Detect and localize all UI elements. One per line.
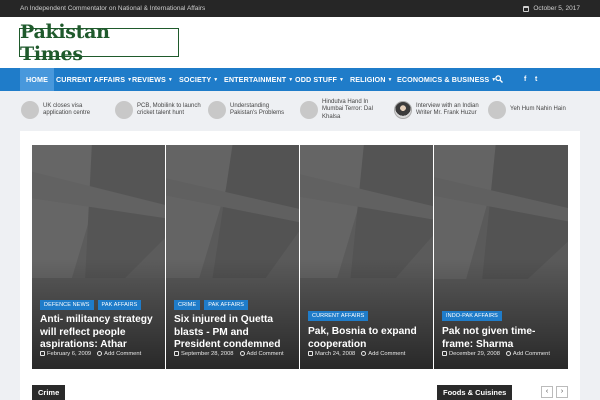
post-date: March 24, 2008 — [315, 351, 356, 357]
calendar-icon — [523, 5, 530, 12]
category-tags: CRIME PAK AFFAIRS — [174, 300, 249, 310]
slide-meta: September 28, 2008 Add Comment — [174, 351, 284, 357]
category-tag[interactable]: PAK AFFAIRS — [204, 300, 249, 310]
category-tags: CURRENT AFFAIRS — [308, 311, 369, 321]
ticker-item[interactable]: Understanding Pakistan's Problems — [208, 98, 298, 122]
site-tagline: An Independent Commentator on National &… — [20, 5, 206, 12]
post-thumbnail — [208, 101, 226, 119]
clock-icon — [308, 351, 313, 356]
category-tag[interactable]: INDO-PAK AFFAIRS — [442, 311, 502, 321]
nav-item-current-affairs[interactable]: CURRENT AFFAIRS ▼ — [56, 68, 132, 91]
clock-icon — [442, 351, 447, 356]
post-thumbnail — [21, 101, 39, 119]
comment-icon — [505, 351, 511, 356]
site-logo[interactable]: Pakistan Times — [19, 21, 179, 65]
next-arrow-button[interactable]: › — [556, 386, 568, 398]
nav-item-society[interactable]: SOCIETY ▼ — [179, 68, 218, 91]
author-photo — [394, 101, 412, 119]
category-tag[interactable]: PAK AFFAIRS — [97, 300, 142, 310]
ticker-item-title: UK closes visa application centre — [43, 102, 91, 117]
current-date: October 5, 2017 — [523, 5, 580, 12]
ticker-item-title: PCB, Mobilink to launch cricket talent h… — [137, 102, 201, 117]
site-header: Pakistan Times — [0, 17, 600, 68]
section-title-foods-cuisines[interactable]: Foods & Cuisines — [437, 385, 513, 400]
section-title-crime[interactable]: Crime — [32, 385, 66, 400]
logo-text: Pakistan Times — [20, 20, 110, 65]
featured-slide[interactable]: DEFENCE NEWS PAK AFFAIRS Anti- militancy… — [32, 145, 165, 369]
add-comment-link[interactable]: Add Comment — [104, 351, 141, 357]
twitter-icon[interactable]: t — [535, 68, 537, 91]
facebook-icon[interactable]: f — [524, 68, 526, 91]
ticker-item-title: Understanding Pakistan's Problems — [230, 102, 285, 117]
post-thumbnail — [115, 101, 133, 119]
ticker-item[interactable]: Hindutva Hand In Mumbai Terror: Dal Khal… — [300, 98, 390, 122]
category-tags: INDO-PAK AFFAIRS — [442, 311, 502, 321]
main-nav: HOME CURRENT AFFAIRS ▼ REVIEWS ▼ SOCIETY ▼ … — [0, 68, 600, 91]
post-date: February 6, 2009 — [47, 351, 92, 357]
recent-posts-strip: UK closes visa application centre PCB, M… — [0, 91, 600, 129]
post-date: September 28, 2008 — [181, 351, 234, 357]
ticker-item-title: Hindutva Hand In Mumbai Terror: Dal Khal… — [322, 98, 373, 120]
ticker-item[interactable]: Yeh Hum Nahin Hain — [488, 98, 580, 122]
category-tag[interactable]: DEFENCE NEWS — [40, 300, 94, 310]
comment-icon — [239, 351, 245, 356]
date-text: October 5, 2017 — [533, 5, 580, 12]
featured-slide[interactable]: CURRENT AFFAIRS Pak, Bosnia to expand co… — [300, 145, 433, 369]
add-comment-link[interactable]: Add Comment — [368, 351, 405, 357]
category-tag[interactable]: CURRENT AFFAIRS — [308, 311, 369, 321]
post-date: December 29, 2008 — [449, 351, 500, 357]
chevron-down-icon: ▼ — [288, 77, 294, 83]
post-thumbnail — [488, 101, 506, 119]
nav-item-religion[interactable]: RELIGION ▼ — [350, 68, 393, 91]
slide-meta: February 6, 2009 Add Comment — [40, 351, 141, 357]
add-comment-link[interactable]: Add Comment — [513, 351, 550, 357]
featured-slide[interactable]: INDO-PAK AFFAIRS Pak not given time-fram… — [434, 145, 568, 369]
slide-title[interactable]: Six injured in Quetta blasts - PM and Pr… — [174, 314, 293, 352]
add-comment-link[interactable]: Add Comment — [247, 351, 284, 357]
clock-icon — [174, 351, 179, 356]
ticker-item[interactable]: PCB, Mobilink to launch cricket talent h… — [115, 98, 205, 122]
ticker-item-title: Interview with an Indian Writer Mr. Fran… — [416, 102, 479, 117]
category-tag[interactable]: CRIME — [174, 300, 201, 310]
nav-item-entertainment[interactable]: ENTERTAINMENT ▼ — [224, 68, 293, 91]
chevron-down-icon: ▼ — [387, 77, 393, 83]
top-bar: An Independent Commentator on National &… — [0, 0, 600, 17]
nav-item-reviews[interactable]: REVIEWS ▼ — [132, 68, 173, 91]
post-thumbnail — [300, 101, 318, 119]
nav-item-home[interactable]: HOME — [20, 68, 54, 91]
comment-icon — [97, 351, 103, 356]
ticker-item[interactable]: Interview with an Indian Writer Mr. Fran… — [394, 98, 486, 122]
main-content: DEFENCE NEWS PAK AFFAIRS Anti- militancy… — [20, 131, 580, 400]
chevron-down-icon: ▼ — [339, 77, 345, 83]
slide-title[interactable]: Pak not given time-frame: Sharma — [442, 326, 562, 351]
slide-title[interactable]: Anti- militancy strategy will reflect pe… — [40, 314, 159, 352]
slide-meta: March 24, 2008 Add Comment — [308, 351, 405, 357]
slide-meta: December 29, 2008 Add Comment — [442, 351, 550, 357]
nav-item-odd-stuff[interactable]: ODD STUFF ▼ — [295, 68, 344, 91]
featured-slide[interactable]: CRIME PAK AFFAIRS Six injured in Quetta … — [166, 145, 299, 369]
slide-title[interactable]: Pak, Bosnia to expand cooperation — [308, 326, 427, 351]
ticker-item-title: Yeh Hum Nahin Hain — [510, 106, 566, 113]
nav-item-economics-business[interactable]: ECONOMICS & BUSINESS ▼ — [397, 68, 496, 91]
comment-icon — [361, 351, 367, 356]
category-tags: DEFENCE NEWS PAK AFFAIRS — [40, 300, 142, 310]
search-icon[interactable] — [495, 75, 503, 83]
ticker-item[interactable]: UK closes visa application centre — [21, 98, 111, 122]
prev-arrow-button[interactable]: ‹ — [541, 386, 553, 398]
chevron-down-icon: ▼ — [213, 77, 219, 83]
chevron-down-icon: ▼ — [167, 77, 173, 83]
clock-icon — [40, 351, 45, 356]
